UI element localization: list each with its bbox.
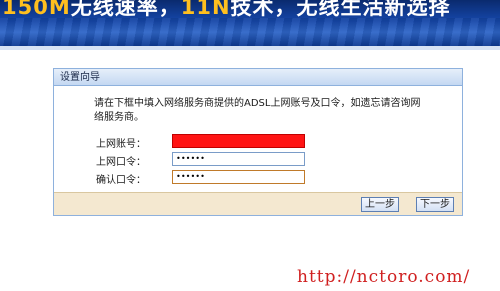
account-input[interactable] — [172, 134, 305, 148]
watermark-url: http://nctoro.com/ — [297, 267, 471, 287]
banner-text-1: 无线速率， — [70, 0, 181, 19]
prev-button[interactable]: 上一步 — [361, 197, 399, 212]
header-banner: 150M无线速率，11N技术，无线生活新选择 — [0, 0, 500, 46]
account-label: 上网账号： — [96, 139, 146, 150]
banner-slogan: 150M无线速率，11N技术，无线生活新选择 — [2, 0, 451, 21]
banner-prefix: 150M — [2, 0, 71, 19]
setup-wizard-dialog: 设置向导 请在下框中填入网络服务商提供的ADSL上网账号及口令，如遗忘请咨询网络… — [53, 68, 463, 216]
next-button[interactable]: 下一步 — [416, 197, 454, 212]
dialog-footer: 上一步 下一步 — [54, 192, 462, 215]
dialog-body: 请在下框中填入网络服务商提供的ADSL上网账号及口令，如遗忘请咨询网络服务商。 … — [54, 87, 462, 193]
intro-text: 请在下框中填入网络服务商提供的ADSL上网账号及口令，如遗忘请咨询网络服务商。 — [94, 98, 421, 123]
confirm-password-input[interactable]: •••••• — [172, 170, 305, 184]
confirm-password-label: 确认口令： — [96, 175, 146, 186]
banner-text-2: 技术，无线生活新选择 — [230, 0, 451, 19]
banner-decoration — [0, 18, 500, 46]
banner-divider — [0, 46, 500, 50]
dialog-title: 设置向导 — [54, 69, 462, 86]
password-label: 上网口令： — [96, 157, 146, 168]
banner-accent: 11N — [180, 0, 231, 19]
password-input[interactable]: •••••• — [172, 152, 305, 166]
